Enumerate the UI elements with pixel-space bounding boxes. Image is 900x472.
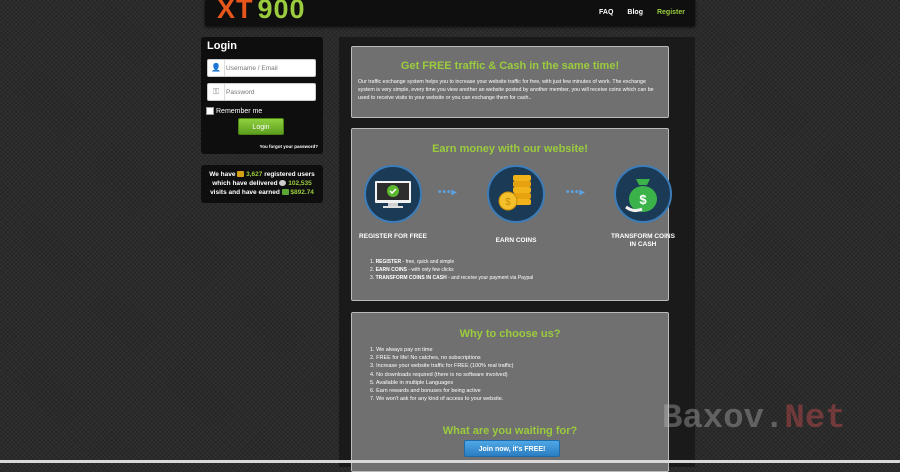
nav-faq[interactable]: FAQ: [599, 9, 613, 16]
svg-text:$: $: [505, 197, 511, 208]
steps-list: 1. REGISTER - free, quick and simple 2. …: [370, 258, 533, 282]
watermark: Baxov.Net: [662, 400, 846, 438]
join-button[interactable]: Join now, it's FREE!: [464, 440, 560, 457]
main-content: Get FREE traffic & Cash in the same time…: [339, 37, 695, 472]
earn-title: Earn money with our website!: [432, 143, 588, 155]
intro-text: Our traffic exchange system helps you to…: [358, 79, 654, 101]
intro-box: Get FREE traffic & Cash in the same time…: [351, 46, 669, 118]
login-title: Login: [207, 40, 237, 52]
svg-text:$: $: [639, 192, 647, 207]
list-item: 3. Increase your website traffic for FRE…: [370, 363, 514, 370]
step-rest: - and receive your payment via Paypal: [446, 275, 534, 281]
login-button[interactable]: Login: [238, 118, 284, 135]
visits-count: 102,535: [288, 180, 312, 187]
user-icon: 👤: [208, 60, 225, 76]
why-item: We always pay on time: [376, 347, 433, 353]
list-item: 1. We always pay on time: [370, 347, 433, 353]
step-label-earn: EARN COINS: [495, 237, 537, 244]
cta-heading: What are you waiting for?: [442, 425, 578, 437]
step-bold: REGISTER: [375, 259, 402, 265]
step-bold: EARN COINS: [375, 267, 407, 273]
coins-icon: $: [487, 165, 545, 223]
step-rest: - free, quick and simple: [401, 259, 455, 265]
stats-text: visits and have earned: [210, 189, 280, 196]
arrow-dots-icon: •••▸: [566, 187, 586, 198]
why-list: 1. We always pay on time 2. FREE for lif…: [370, 346, 513, 403]
earn-box: Earn money with our website! •••▸ $ •••▸…: [351, 128, 675, 301]
step-label-register: REGISTER FOR FREE: [359, 233, 427, 240]
password-input[interactable]: [226, 84, 314, 100]
money-bag-icon: $: [614, 165, 672, 223]
stats-text: which have delivered: [212, 180, 278, 187]
stats-line-visits: which have delivered 102,535: [201, 179, 323, 188]
list-item: 3. TRANSFORM COINS IN CASH - and receive…: [370, 275, 534, 281]
forgot-password-link[interactable]: You forgot your password?: [260, 144, 318, 149]
list-item: 7. We won't ask for any kind of access t…: [370, 396, 504, 403]
watermark-text: Net: [784, 400, 846, 438]
remember-label: Remember me: [216, 107, 263, 115]
stats-text: We have: [209, 171, 236, 178]
arrow-dots-icon: •••▸: [438, 187, 458, 198]
step-rest: - with only few clicks: [406, 267, 454, 273]
remember-checkbox[interactable]: [206, 107, 214, 115]
intro-title: Get FREE traffic & Cash in the same time…: [400, 60, 620, 72]
why-item: No downloads required (there is no softw…: [376, 371, 508, 378]
nav-blog[interactable]: Blog: [627, 9, 643, 16]
stats-text: registered users: [264, 171, 315, 178]
why-item: Increase your website traffic for FREE (…: [376, 363, 514, 370]
step-label-transform: TRANSFORM COINS IN CASH: [611, 233, 675, 248]
why-box: Why to choose us? 1. We always pay on ti…: [351, 312, 669, 472]
header: XT 900 FAQ Blog Register: [205, 0, 695, 26]
top-nav: FAQ Blog Register: [599, 9, 685, 16]
nav-register[interactable]: Register: [657, 9, 685, 16]
monitor-icon: [364, 165, 422, 223]
why-item: Earn rewards and bonuses for being activ…: [376, 388, 481, 395]
username-field[interactable]: 👤: [207, 59, 316, 77]
why-item: Available in multiple Languages: [375, 379, 454, 386]
stats-line-earned: visits and have earned $892.74: [201, 188, 323, 197]
stats-panel: We have 3,627 registered users which hav…: [201, 165, 323, 203]
list-item: 2. FREE for life! No catches, no subscri…: [370, 355, 481, 362]
why-title: Why to choose us?: [459, 328, 561, 340]
money-icon: [281, 189, 289, 196]
list-item: 2. EARN COINS - with only few clicks: [370, 267, 454, 273]
step-bold: TRANSFORM COINS IN CASH: [375, 275, 447, 281]
watermark-text: Baxov.: [662, 400, 785, 438]
why-item: We won't ask for any kind of access to y…: [376, 396, 504, 403]
key-icon: ⚿: [208, 84, 225, 100]
users-count: 3,627: [246, 171, 263, 178]
clock-icon: [279, 180, 287, 187]
list-item: 4. No downloads required (there is no so…: [370, 371, 508, 378]
logo-xt: XT: [217, 0, 254, 24]
why-item: FREE for life! No catches, no subscripti…: [376, 355, 481, 362]
password-field[interactable]: ⚿: [207, 83, 316, 101]
earned-amount: $892.74: [290, 189, 314, 196]
username-input[interactable]: [226, 60, 314, 76]
logo-number: 900: [257, 0, 306, 24]
logo[interactable]: XT 900: [217, 0, 306, 25]
stats-line-users: We have 3,627 registered users: [201, 170, 323, 179]
list-item: 5. Available in multiple Languages: [370, 379, 454, 386]
remember-me[interactable]: Remember me: [206, 107, 262, 115]
login-panel: Login 👤 ⚿ Remember me Login You forgot y…: [201, 37, 323, 154]
list-item: 6. Earn rewards and bonuses for being ac…: [370, 388, 481, 395]
users-icon: [237, 171, 245, 178]
list-item: 1. REGISTER - free, quick and simple: [370, 259, 455, 265]
